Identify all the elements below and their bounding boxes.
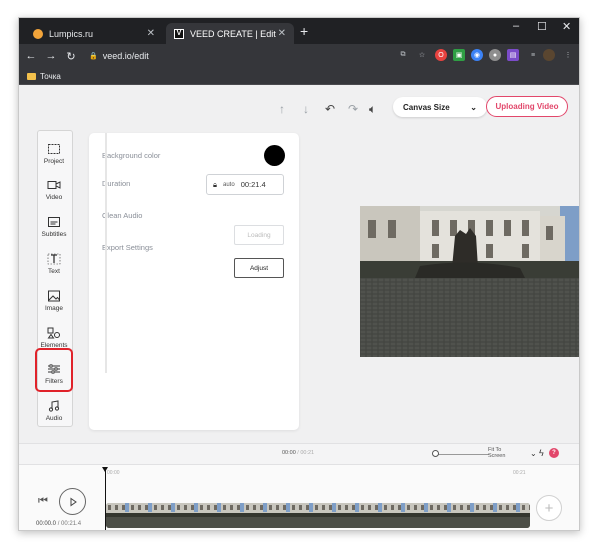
reading-list-icon[interactable]: ≡ xyxy=(527,49,539,61)
project-settings-panel: Background color Duration 🔒︎ auto 00:21.… xyxy=(89,133,299,430)
browser-toolbar: ← → ↻ 🔒 veed.io/edit ⧉ ☆ O ▣ ◉ ● ▤ ≡ ⋮ xyxy=(19,44,579,68)
address-bar[interactable]: 🔒 veed.io/edit xyxy=(89,51,149,61)
background-color-label: Background color xyxy=(102,151,161,160)
upload-video-button[interactable]: Uploading Video xyxy=(486,96,568,117)
chevron-down-icon: ⌄ xyxy=(470,102,477,112)
sidebar-item-label: Video xyxy=(45,194,63,201)
sidebar-item-label: Audio xyxy=(45,415,63,422)
lock-icon: 🔒 xyxy=(89,53,98,60)
clean-audio-button[interactable]: Loading xyxy=(234,225,284,245)
adjust-button[interactable]: Adjust xyxy=(234,258,284,278)
add-clip-button[interactable]: + xyxy=(536,495,562,521)
veed-favicon-icon: V xyxy=(174,28,184,39)
audio-icon xyxy=(47,400,61,412)
url-text: veed.io/edit xyxy=(102,51,149,61)
sidebar-item-video[interactable]: Video xyxy=(36,173,72,207)
sidebar-item-subtitles[interactable]: Subtitles xyxy=(36,210,72,244)
translate-icon[interactable]: ⧉ xyxy=(397,49,409,61)
canvas-size-dropdown[interactable]: Canvas Size ⌄ xyxy=(393,97,487,117)
back-icon[interactable]: ← xyxy=(23,50,39,62)
sidebar-item-label: Project xyxy=(43,158,65,165)
sidebar-item-audio[interactable]: Audio xyxy=(36,394,72,428)
duration-auto: auto xyxy=(223,181,235,188)
lumpics-favicon-icon xyxy=(33,28,43,39)
background-color-swatch[interactable] xyxy=(264,145,285,166)
blue-ext-icon[interactable]: ◉ xyxy=(471,49,483,61)
browser-window: Lumpics.ru ✕ V VEED CREATE | Edit ✕ + – … xyxy=(18,17,580,531)
playback-total: / 00:21.4 xyxy=(57,521,82,527)
zoom-slider[interactable] xyxy=(433,454,489,455)
video-preview[interactable] xyxy=(360,206,579,357)
timeline-time: 00:00 / 00:21 xyxy=(282,450,314,456)
veed-editor: ↑ ↓ ↶ ↷ 🔈︎ Canvas Size ⌄ Uploading Video… xyxy=(19,85,579,530)
minimize-icon[interactable]: – xyxy=(513,20,519,32)
opera-ext-icon[interactable]: O xyxy=(435,49,447,61)
lock-icon[interactable]: 🔒︎ xyxy=(213,180,217,190)
sidebar-item-label: Image xyxy=(44,305,64,312)
duration-value: 00:21.4 xyxy=(240,180,266,189)
playback-time: 00:00.0 / 00:21.4 xyxy=(36,521,81,527)
subtitles-icon xyxy=(47,216,61,228)
green-ext-icon[interactable]: ▣ xyxy=(453,49,465,61)
video-frame-image xyxy=(360,206,579,357)
skip-back-icon[interactable]: ⏮︎ xyxy=(38,495,48,508)
video-track-clip[interactable] xyxy=(106,503,530,528)
profile-avatar[interactable] xyxy=(543,49,555,61)
elements-icon xyxy=(47,327,61,339)
sidebar-item-text[interactable]: Text xyxy=(36,247,72,281)
filters-highlight-box xyxy=(35,348,73,392)
video-icon xyxy=(47,179,61,191)
forward-icon[interactable]: → xyxy=(43,50,59,62)
duration-field[interactable]: 🔒︎ auto 00:21.4 xyxy=(206,174,284,195)
bookmarks-bar: Точка xyxy=(19,68,579,85)
sidebar-item-project[interactable]: Project xyxy=(36,137,72,171)
undo-icon[interactable]: ↶ xyxy=(325,102,335,116)
folder-icon xyxy=(27,72,36,80)
tab-title: VEED CREATE | Edit xyxy=(190,28,276,39)
text-icon xyxy=(47,253,61,265)
chevron-down-icon[interactable]: ⌄ xyxy=(530,449,537,458)
redo-icon[interactable]: ↷ xyxy=(348,102,358,116)
close-tab-icon[interactable]: ✕ xyxy=(278,28,286,39)
play-button[interactable] xyxy=(59,488,86,515)
fit-to-screen-button[interactable]: Fit To Screen xyxy=(488,447,518,459)
playback-current: 00:00.0 xyxy=(36,521,57,527)
export-settings-label: Export Settings xyxy=(102,243,153,252)
canvas-size-label: Canvas Size xyxy=(403,102,450,112)
new-tab-icon[interactable]: + xyxy=(300,23,308,39)
ruler-end-label: 00:21 xyxy=(513,470,526,476)
maximize-icon[interactable]: ☐ xyxy=(537,20,547,33)
star-icon[interactable]: ☆ xyxy=(416,49,428,61)
close-window-icon[interactable]: ✕ xyxy=(562,20,571,33)
menu-icon[interactable]: ⋮ xyxy=(562,49,574,61)
timeline-total: / 00:21 xyxy=(297,450,315,456)
tab-veed[interactable]: V VEED CREATE | Edit ✕ xyxy=(166,23,294,44)
purple-ext-icon[interactable]: ▤ xyxy=(507,49,519,61)
bookmark-item[interactable]: Точка xyxy=(40,72,61,81)
timeline-current: 00:00 xyxy=(282,450,296,456)
reload-icon[interactable]: ↻ xyxy=(63,50,79,63)
tab-lumpics[interactable]: Lumpics.ru ✕ xyxy=(25,23,163,44)
help-badge[interactable]: ? xyxy=(549,448,559,458)
sidebar-item-image[interactable]: Image xyxy=(36,284,72,318)
sidebar-item-label: Text xyxy=(48,268,60,275)
users-ext-icon[interactable]: ● xyxy=(489,49,501,61)
clean-audio-label: Clean Audio xyxy=(102,211,143,220)
project-icon xyxy=(47,143,61,155)
sidebar-item-label: Subtitles xyxy=(41,231,67,238)
timeline-header: 00:00 / 00:21 Fit To Screen ⌄ ϟ ? xyxy=(19,443,579,465)
tab-title: Lumpics.ru xyxy=(49,28,94,39)
volume-icon[interactable]: 🔈︎ xyxy=(369,102,376,117)
close-tab-icon[interactable]: ✕ xyxy=(147,28,155,39)
zoom-slider-handle[interactable] xyxy=(432,450,439,457)
arrow-down-icon[interactable]: ↓ xyxy=(303,102,309,116)
panel-scrollbar[interactable] xyxy=(105,133,107,373)
lightning-icon[interactable]: ϟ xyxy=(539,448,544,458)
tab-strip: Lumpics.ru ✕ V VEED CREATE | Edit ✕ + – … xyxy=(19,18,579,44)
arrow-up-icon[interactable]: ↑ xyxy=(279,102,285,116)
image-icon xyxy=(47,290,61,302)
play-icon xyxy=(70,497,77,506)
ruler-start-label: 00:00 xyxy=(107,470,120,476)
clip-thumbnails xyxy=(106,503,530,528)
